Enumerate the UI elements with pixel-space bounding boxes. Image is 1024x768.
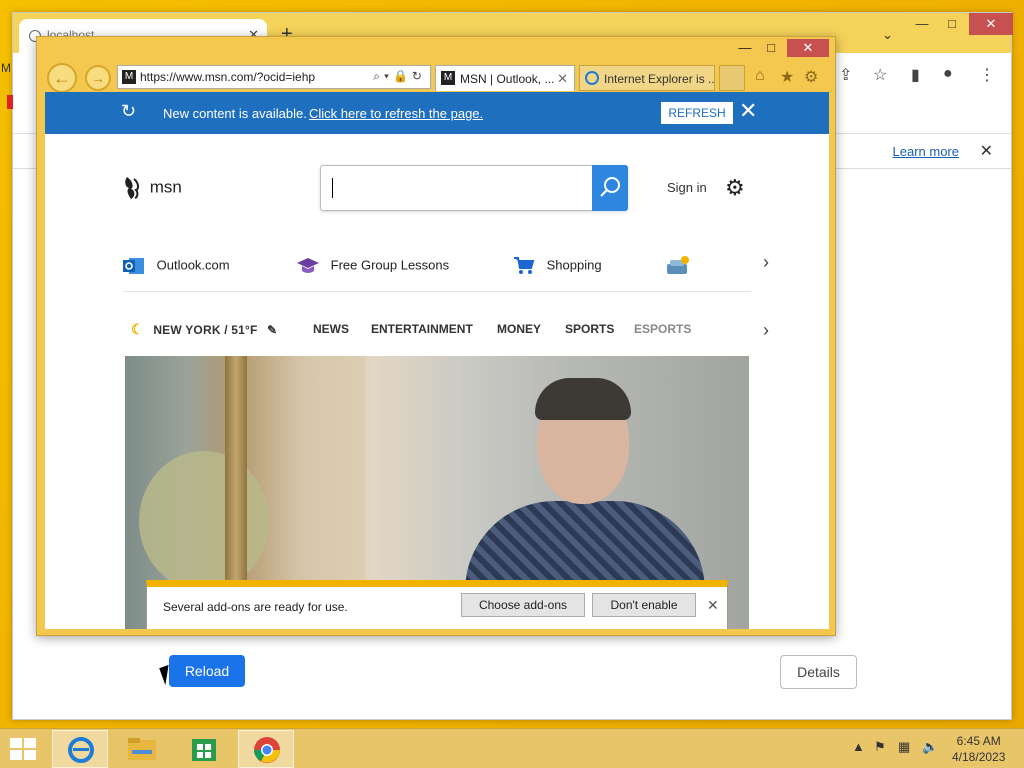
volume-muted-icon[interactable]: 🔈 [922,739,938,755]
nav-money[interactable]: MONEY [497,322,541,336]
page-content: ↻ New content is available. Click here t… [45,92,829,629]
msn-logo-text: msn [149,177,182,197]
refresh-button[interactable]: REFRESH [661,102,733,124]
choose-addons-button[interactable]: Choose add-ons [461,593,585,617]
clock[interactable]: 6:45 AM 4/18/2023 [952,733,1005,765]
msn-favicon: M [122,70,136,84]
close-addons-icon[interactable]: ✕ [707,597,719,614]
notification-message: New content is available. [163,106,307,121]
ie-logo-icon [68,737,94,763]
taskbar-ie[interactable] [52,730,108,768]
share-icon[interactable]: ⇪ [839,65,852,85]
search-input[interactable] [320,165,628,211]
outlook-icon [123,258,144,274]
addons-message: Several add-ons are ready for use. [163,600,348,614]
settings-gear-icon[interactable]: ⚙ [804,67,818,87]
ie-logo-icon [585,71,599,85]
new-tab-button[interactable] [719,65,745,91]
ie-tab-label: MSN | Outlook, ... [460,72,555,86]
quick-link-lessons[interactable]: Free Group Lessons [297,256,449,276]
ie-tab-ie-info[interactable]: Internet Explorer is ... [579,65,715,91]
ie-tab-msn[interactable]: M MSN | Outlook, ... ✕ [435,65,575,91]
ie-minimize-icon[interactable]: — [731,39,759,57]
ie-close-icon[interactable]: ✕ [787,39,829,57]
flag-icon[interactable]: ⚑ [874,739,886,755]
address-bar[interactable]: M https://www.msn.com/?ocid=iehp ⌕▾🔒↻ [117,65,431,89]
taskbar-chrome[interactable] [238,730,294,768]
close-icon[interactable]: ✕ [969,13,1013,35]
close-tab-icon[interactable]: ✕ [557,71,568,87]
addons-notification-bar: Several add-ons are ready for use. Choos… [146,580,728,629]
chevron-right-icon[interactable]: › [763,320,769,341]
side-panel-icon[interactable]: ▮ [911,65,920,85]
favorites-star-icon[interactable]: ★ [780,67,794,87]
msn-tab-icon: M [441,71,455,85]
quick-link-label: Outlook.com [156,257,230,273]
refresh-notification-bar: ↻ New content is available. Click here t… [45,92,829,134]
weather-widget[interactable]: ☾ NEW YORK / 51°F ✎ [131,321,277,338]
quick-link-shopping[interactable]: Shopping [513,256,602,276]
quick-link-label: Shopping [546,257,602,273]
forward-icon[interactable]: → [85,65,111,91]
nav-news[interactable]: NEWS [313,322,349,336]
tray-expand-icon[interactable]: ▲ [852,739,865,754]
msn-logo[interactable]: msn [123,175,182,201]
home-icon[interactable]: ⌂ [755,67,765,85]
moon-icon: ☾ [131,321,144,337]
sign-in-link[interactable]: Sign in [667,180,707,195]
close-infobar-icon[interactable]: ✕ [980,141,993,161]
gear-icon[interactable]: ⚙ [725,175,745,201]
details-button[interactable]: Details [780,655,857,689]
refresh-link[interactable]: Click here to refresh the page. [309,106,483,121]
car-icon [667,256,689,274]
search-icon [600,177,620,197]
butterfly-icon [125,177,140,199]
nav-sports[interactable]: SPORTS [565,322,614,336]
dont-enable-button[interactable]: Don't enable [592,593,696,617]
left-strip-mark [7,95,13,109]
ie-window: — □ ✕ ← → M https://www.msn.com/?ocid=ie… [36,36,836,636]
taskbar: ▲ ⚑ ▦ 🔈 6:45 AM 4/18/2023 [0,728,1024,768]
start-button[interactable] [10,738,38,762]
chrome-logo-icon [254,737,280,763]
store-icon [192,739,216,761]
taskbar-store[interactable] [176,730,232,768]
network-icon[interactable]: ▦ [898,739,910,755]
divider [123,291,751,292]
folder-icon [128,738,156,760]
close-notification-icon[interactable]: ✕ [739,100,757,122]
edit-pencil-icon[interactable]: ✎ [267,323,277,337]
shopping-cart-icon [514,257,535,274]
reload-button[interactable]: Reload [169,655,245,687]
quick-link-autos[interactable] [665,256,699,278]
address-actions-icon[interactable]: ⌕▾🔒↻ [373,69,426,84]
graduation-cap-icon [297,258,319,273]
ie-tab-label: Internet Explorer is ... [604,72,715,86]
clock-time: 6:45 AM [956,734,1001,748]
weather-text: NEW YORK / 51°F [153,323,258,337]
nav-entertainment[interactable]: ENTERTAINMENT [371,322,473,336]
minimize-icon[interactable]: — [905,13,939,35]
maximize-icon[interactable]: □ [935,13,969,35]
search-button[interactable] [592,165,628,211]
quick-link-label: Free Group Lessons [330,257,450,273]
back-icon[interactable]: ← [47,63,77,93]
chevron-right-icon[interactable]: › [763,252,769,273]
menu-icon[interactable]: ⋮ [979,65,995,85]
quick-link-outlook[interactable]: Outlook.com [123,256,230,276]
ie-maximize-icon[interactable]: □ [757,39,785,57]
text-caret [332,178,333,198]
refresh-icon: ↻ [121,101,137,121]
address-text: https://www.msn.com/?ocid=iehp [140,70,316,84]
nav-esports[interactable]: ESPORTS [634,322,691,336]
chevron-down-icon[interactable]: ⌄ [882,27,893,43]
learn-more-link[interactable]: Learn more [893,144,959,159]
left-strip-text: M [1,61,11,75]
profile-icon[interactable]: ● [943,65,953,83]
star-icon[interactable]: ☆ [873,65,887,85]
taskbar-file-explorer[interactable] [114,730,170,768]
clock-date: 4/18/2023 [952,750,1006,764]
